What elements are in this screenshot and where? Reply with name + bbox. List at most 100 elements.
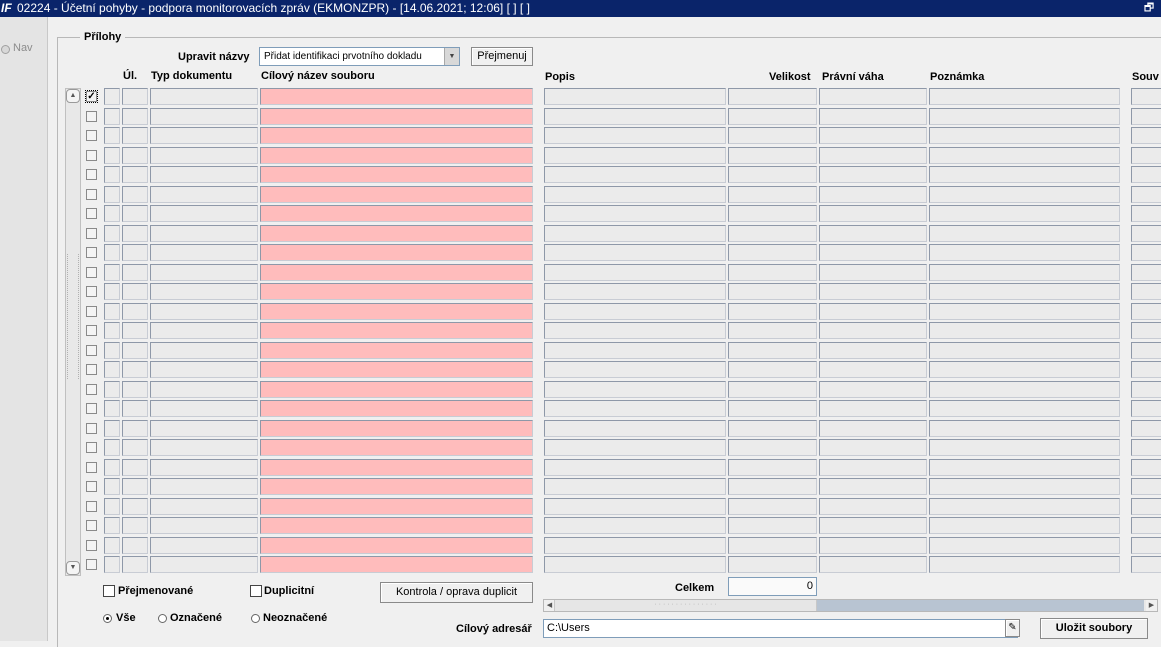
row-select-checkbox[interactable] xyxy=(86,189,97,200)
cell-ul[interactable] xyxy=(122,127,148,144)
cell-size[interactable] xyxy=(728,108,817,125)
nav-radio[interactable] xyxy=(1,45,10,54)
cell-ul[interactable] xyxy=(122,537,148,554)
cell-flag[interactable] xyxy=(104,420,120,437)
cell-legal-weight[interactable] xyxy=(819,322,927,339)
cell-legal-weight[interactable] xyxy=(819,556,927,573)
cell-description[interactable] xyxy=(544,478,726,495)
cell-size[interactable] xyxy=(728,88,817,105)
cell-flag[interactable] xyxy=(104,498,120,515)
browse-folder-icon[interactable]: ✎ xyxy=(1005,619,1020,637)
row-select-checkbox[interactable]: ✓ xyxy=(85,90,98,103)
cell-ul[interactable] xyxy=(122,147,148,164)
cell-note[interactable] xyxy=(929,439,1120,456)
cell-doc-type[interactable] xyxy=(150,478,258,495)
cell-ul[interactable] xyxy=(122,420,148,437)
cell-related[interactable] xyxy=(1131,537,1161,554)
cell-ul[interactable] xyxy=(122,478,148,495)
cell-note[interactable] xyxy=(929,186,1120,203)
cell-ul[interactable] xyxy=(122,400,148,417)
cell-flag[interactable] xyxy=(104,342,120,359)
cell-target-filename[interactable] xyxy=(260,342,533,359)
cell-target-filename[interactable] xyxy=(260,166,533,183)
cell-legal-weight[interactable] xyxy=(819,498,927,515)
cell-doc-type[interactable] xyxy=(150,88,258,105)
cell-legal-weight[interactable] xyxy=(819,127,927,144)
cell-note[interactable] xyxy=(929,108,1120,125)
row-select-checkbox[interactable] xyxy=(86,150,97,161)
cell-doc-type[interactable] xyxy=(150,186,258,203)
cell-doc-type[interactable] xyxy=(150,147,258,164)
cell-target-filename[interactable] xyxy=(260,225,533,242)
cell-size[interactable] xyxy=(728,400,817,417)
cell-description[interactable] xyxy=(544,556,726,573)
cell-doc-type[interactable] xyxy=(150,556,258,573)
cell-note[interactable] xyxy=(929,478,1120,495)
cell-related[interactable] xyxy=(1131,225,1161,242)
cell-legal-weight[interactable] xyxy=(819,303,927,320)
cell-target-filename[interactable] xyxy=(260,556,533,573)
cell-note[interactable] xyxy=(929,244,1120,261)
cell-legal-weight[interactable] xyxy=(819,459,927,476)
cell-target-filename[interactable] xyxy=(260,439,533,456)
cell-note[interactable] xyxy=(929,303,1120,320)
cell-description[interactable] xyxy=(544,322,726,339)
cell-note[interactable] xyxy=(929,283,1120,300)
cell-related[interactable] xyxy=(1131,127,1161,144)
cell-related[interactable] xyxy=(1131,342,1161,359)
scroll-up-icon[interactable]: ▲ xyxy=(66,89,80,103)
cell-size[interactable] xyxy=(728,517,817,534)
cell-description[interactable] xyxy=(544,342,726,359)
cell-note[interactable] xyxy=(929,361,1120,378)
cell-flag[interactable] xyxy=(104,439,120,456)
horizontal-scrollbar-thumb[interactable]: · · · · · · · · · · · · · · · xyxy=(554,600,817,611)
cell-related[interactable] xyxy=(1131,186,1161,203)
cell-legal-weight[interactable] xyxy=(819,205,927,222)
cell-ul[interactable] xyxy=(122,264,148,281)
cell-flag[interactable] xyxy=(104,478,120,495)
row-select-checkbox[interactable] xyxy=(86,111,97,122)
cell-ul[interactable] xyxy=(122,244,148,261)
cell-description[interactable] xyxy=(544,88,726,105)
cell-legal-weight[interactable] xyxy=(819,381,927,398)
cell-note[interactable] xyxy=(929,556,1120,573)
cell-flag[interactable] xyxy=(104,303,120,320)
cell-doc-type[interactable] xyxy=(150,166,258,183)
row-select-checkbox[interactable] xyxy=(86,481,97,492)
cell-size[interactable] xyxy=(728,303,817,320)
row-select-checkbox[interactable] xyxy=(86,423,97,434)
cell-note[interactable] xyxy=(929,166,1120,183)
row-select-checkbox[interactable] xyxy=(86,345,97,356)
cell-flag[interactable] xyxy=(104,361,120,378)
cell-legal-weight[interactable] xyxy=(819,537,927,554)
cell-size[interactable] xyxy=(728,283,817,300)
cell-flag[interactable] xyxy=(104,400,120,417)
rename-mode-select[interactable]: Přidat identifikaci prvotního dokladu ▼ xyxy=(259,47,460,66)
cell-related[interactable] xyxy=(1131,517,1161,534)
cell-size[interactable] xyxy=(728,244,817,261)
row-select-checkbox[interactable] xyxy=(86,267,97,278)
row-select-checkbox[interactable] xyxy=(86,462,97,473)
row-select-checkbox[interactable] xyxy=(86,540,97,551)
cell-related[interactable] xyxy=(1131,166,1161,183)
cell-note[interactable] xyxy=(929,127,1120,144)
cell-ul[interactable] xyxy=(122,342,148,359)
cell-doc-type[interactable] xyxy=(150,342,258,359)
cell-size[interactable] xyxy=(728,322,817,339)
fix-duplicates-button[interactable]: Kontrola / oprava duplicit xyxy=(380,582,533,603)
row-select-checkbox[interactable] xyxy=(86,501,97,512)
row-select-checkbox[interactable] xyxy=(86,169,97,180)
cell-ul[interactable] xyxy=(122,459,148,476)
cell-description[interactable] xyxy=(544,225,726,242)
cell-related[interactable] xyxy=(1131,244,1161,261)
cell-flag[interactable] xyxy=(104,225,120,242)
cell-flag[interactable] xyxy=(104,205,120,222)
row-select-checkbox[interactable] xyxy=(86,442,97,453)
cell-ul[interactable] xyxy=(122,108,148,125)
cell-ul[interactable] xyxy=(122,88,148,105)
cell-description[interactable] xyxy=(544,244,726,261)
cell-description[interactable] xyxy=(544,108,726,125)
cell-doc-type[interactable] xyxy=(150,361,258,378)
cell-legal-weight[interactable] xyxy=(819,166,927,183)
cell-doc-type[interactable] xyxy=(150,205,258,222)
